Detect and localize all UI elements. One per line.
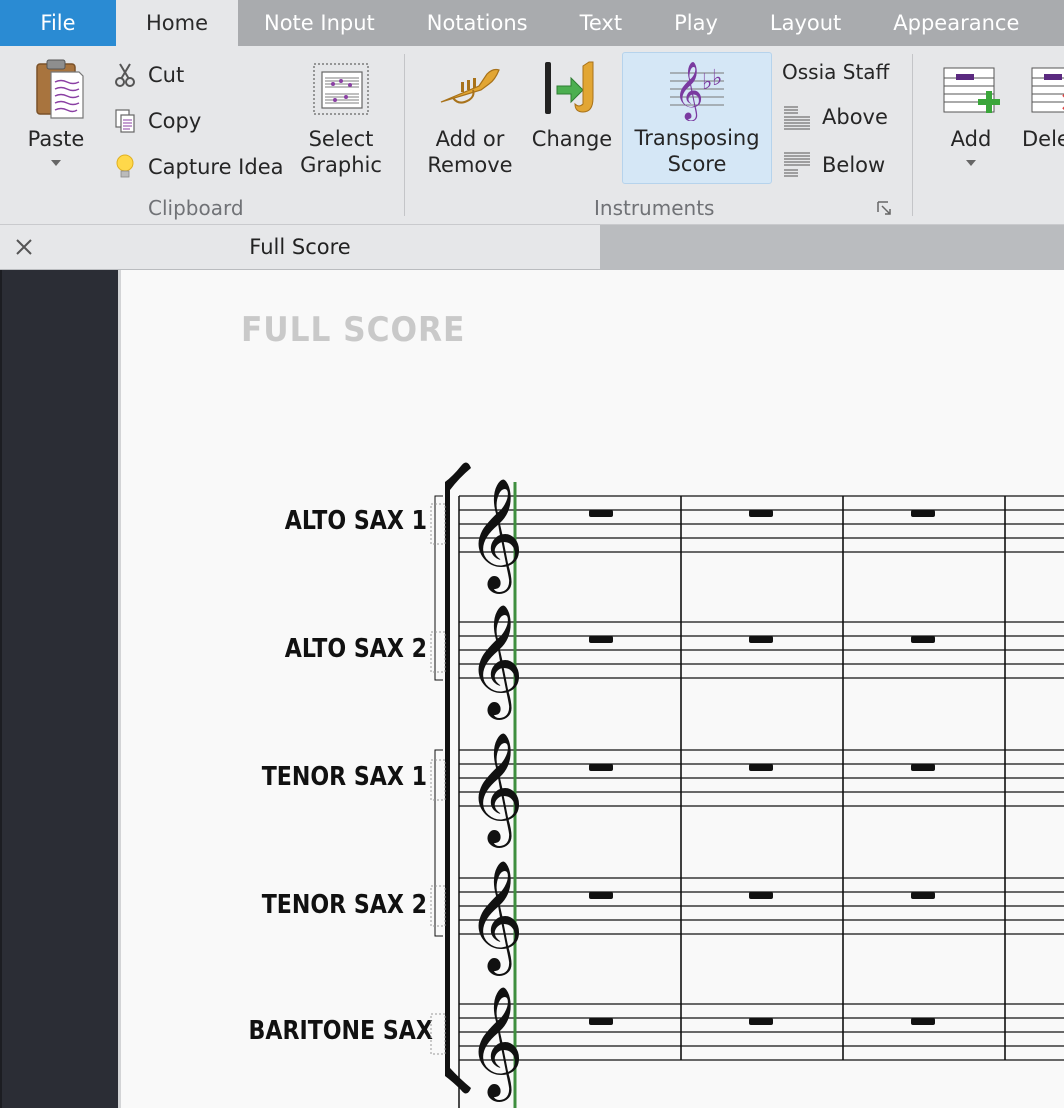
instruments-group-label: Instruments: [594, 196, 715, 220]
score-sidebar: [0, 270, 118, 1108]
tab-play[interactable]: Play: [648, 0, 744, 46]
above-label: Above: [822, 105, 888, 129]
tab-full-score[interactable]: Full Score: [0, 225, 600, 269]
tab-appearance[interactable]: Appearance: [867, 0, 1045, 46]
ribbon-divider: [404, 54, 405, 216]
ossia-staff-label: Ossia Staff: [782, 60, 890, 84]
delete-bar-button[interactable]: Dele: [1022, 48, 1064, 152]
delete-bar-icon: [1031, 67, 1064, 113]
capture-idea-label: Capture Idea: [148, 155, 284, 179]
copy-button[interactable]: Copy: [112, 108, 201, 134]
change-label: Change: [531, 127, 613, 151]
cut-button[interactable]: Cut: [112, 62, 184, 88]
document-tab-strip: Full Score: [0, 224, 1064, 270]
instrument-group-brackets: [434, 495, 443, 937]
ossia-below-button[interactable]: Below: [782, 152, 885, 178]
treble-clef-flat-icon: 𝄞 ♭ ♭: [670, 61, 724, 121]
trumpet-icon: [440, 68, 500, 104]
instrument-change-markers: [430, 503, 446, 1055]
transposing-score-toggle[interactable]: 𝄞 ♭ ♭ Transposing Score: [622, 52, 772, 184]
ossia-below-icon: [782, 152, 812, 178]
paste-label: Paste: [27, 127, 85, 151]
add-bar-icon: [943, 67, 1000, 113]
document-tab-title: Full Score: [249, 235, 351, 259]
chevron-down-icon: [51, 160, 61, 166]
copy-label: Copy: [148, 109, 202, 133]
svg-text:𝄞: 𝄞: [467, 859, 524, 976]
score-page[interactable]: FULL SCORE ALTO SAX 1 ALTO SAX 2 TENOR S…: [118, 270, 1064, 1108]
dialog-launcher-icon[interactable]: [876, 200, 894, 218]
ribbon: Paste Cut Copy Capture Idea Select Graph…: [0, 46, 1064, 224]
ossia-above-button[interactable]: Above: [782, 104, 888, 130]
below-label: Below: [822, 153, 886, 177]
tab-notations[interactable]: Notations: [401, 0, 554, 46]
ribbon-tab-bar: File Home Note Input Notations Text Play…: [0, 0, 1064, 46]
capture-idea-button[interactable]: Capture Idea: [112, 154, 284, 180]
select-graphic-icon: [313, 63, 369, 115]
clipboard-group-label: Clipboard: [148, 196, 244, 220]
cut-label: Cut: [148, 63, 185, 87]
staff-lines: [459, 495, 1064, 1061]
bar-rests: [589, 510, 935, 1025]
select-graphic-button[interactable]: Select Graphic: [296, 48, 386, 178]
tab-text[interactable]: Text: [554, 0, 648, 46]
add-remove-instruments-button[interactable]: Add or Remove: [426, 48, 514, 178]
clipboard-icon: [36, 59, 84, 119]
svg-text:𝄞: 𝄞: [467, 731, 524, 848]
copy-icon: [112, 108, 138, 134]
change-instrument-icon: [545, 61, 594, 114]
add-label: Add: [950, 127, 992, 151]
add-bar-button[interactable]: Add: [938, 48, 1004, 166]
svg-text:♭: ♭: [702, 70, 712, 95]
chevron-down-icon: [966, 160, 976, 166]
tab-file[interactable]: File: [0, 0, 116, 46]
add-remove-label-2: Remove: [427, 153, 513, 177]
delete-label: Dele: [1022, 127, 1064, 151]
svg-text:𝄞: 𝄞: [674, 61, 704, 121]
add-remove-label-1: Add or: [435, 127, 505, 151]
ossia-above-icon: [782, 104, 812, 130]
tab-home[interactable]: Home: [116, 0, 238, 46]
change-instrument-button[interactable]: Change: [530, 48, 614, 152]
transposing-label-2: Score: [667, 152, 727, 176]
ribbon-divider: [912, 54, 913, 216]
svg-text:𝄞: 𝄞: [467, 985, 524, 1102]
select-graphic-label-2: Graphic: [300, 153, 382, 177]
tab-layout[interactable]: Layout: [744, 0, 867, 46]
treble-clefs: 𝄞 𝄞 𝄞 𝄞 𝄞: [467, 477, 524, 1102]
tab-note-input[interactable]: Note Input: [238, 0, 401, 46]
scissors-icon: [112, 62, 138, 88]
paste-button[interactable]: Paste: [20, 48, 92, 166]
svg-text:𝄞: 𝄞: [467, 603, 524, 720]
svg-text:♭: ♭: [712, 66, 722, 91]
score-notation: 𝄞 𝄞 𝄞 𝄞 𝄞: [430, 462, 1064, 1108]
select-graphic-label-1: Select: [308, 127, 374, 151]
lightbulb-icon: [112, 154, 138, 180]
transposing-label-1: Transposing: [634, 126, 760, 150]
svg-text:𝄞: 𝄞: [467, 477, 524, 594]
